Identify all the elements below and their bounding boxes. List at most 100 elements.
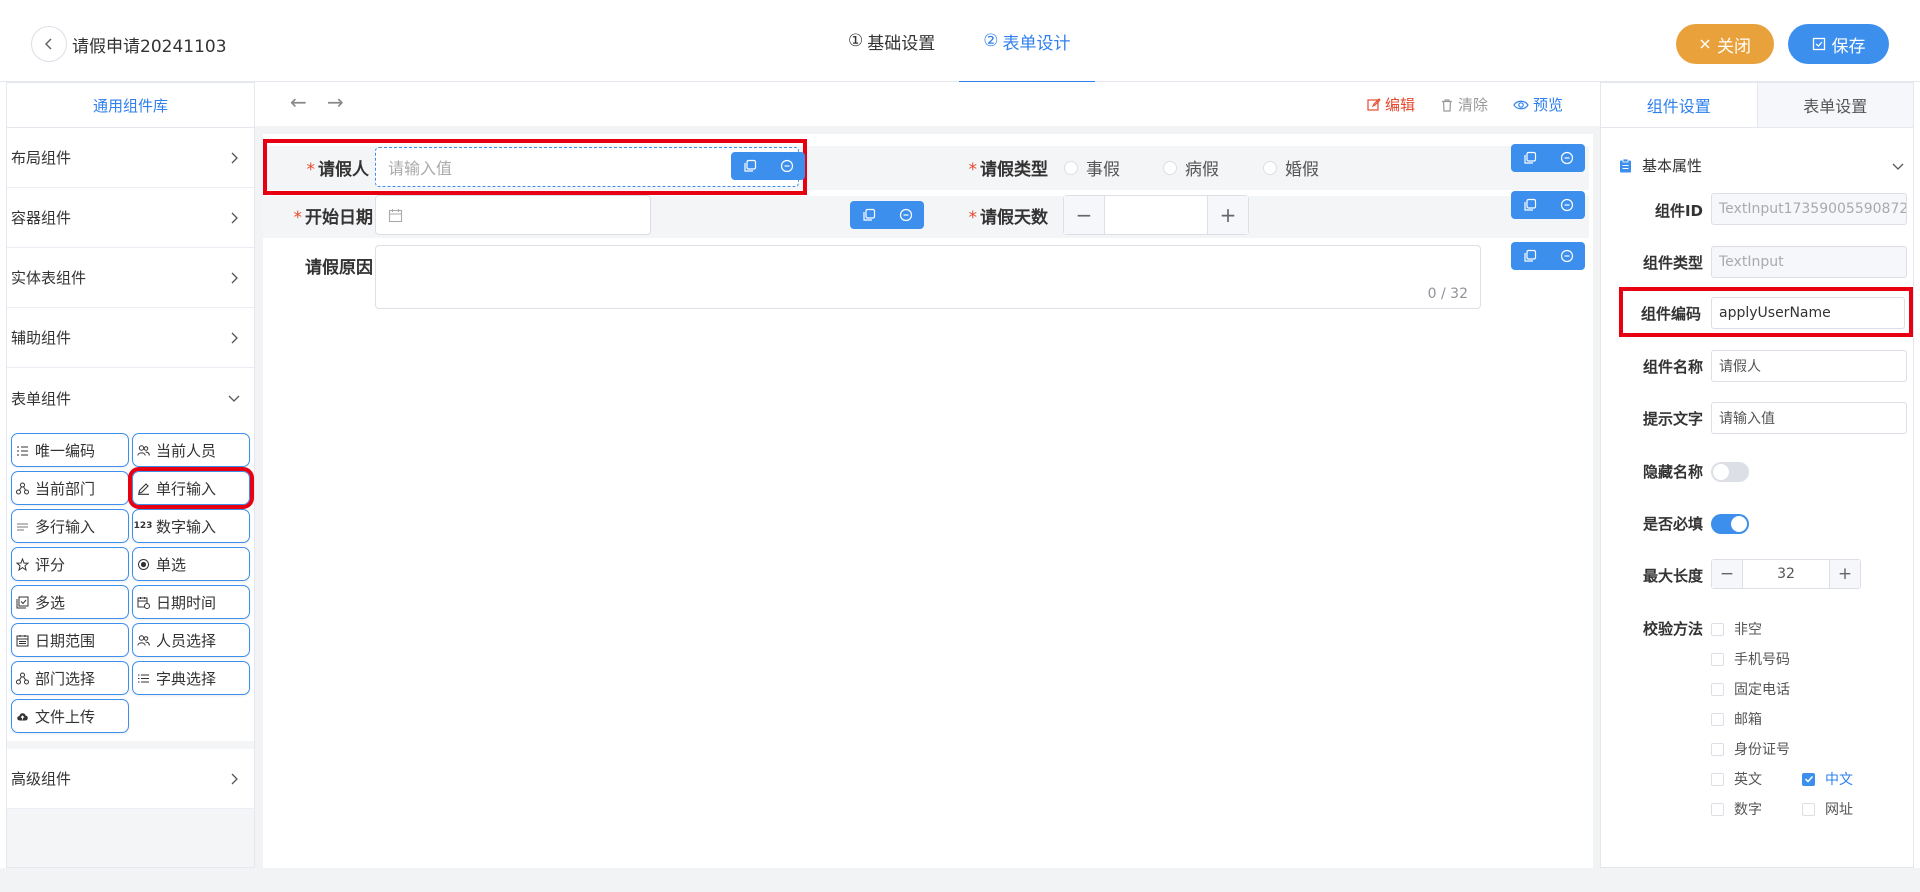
close-label: 关闭 (1717, 36, 1751, 57)
leave-days-label-text: 请假天数 (980, 208, 1048, 228)
close-button[interactable]: 关闭 (1676, 24, 1774, 64)
start-date-input[interactable] (375, 195, 651, 235)
checkbox-box (1711, 742, 1724, 756)
decrement-button[interactable]: − (1064, 196, 1104, 234)
leave-type-label-text: 请假类型 (980, 160, 1048, 180)
required-mark: * (306, 160, 316, 180)
component-datetime[interactable]: 日期时间 (132, 585, 250, 619)
users-icon (136, 443, 150, 457)
copy-icon[interactable] (743, 159, 757, 173)
number-icon: 123 (133, 521, 153, 531)
component-number-input[interactable]: 123 数字输入 (132, 509, 250, 543)
step-number: ① (848, 31, 864, 51)
leave-type-option[interactable]: 事假 (1064, 155, 1120, 180)
validation-option[interactable]: 数字 (1711, 799, 1762, 819)
component-unique-code[interactable]: 唯一编码 (11, 433, 129, 467)
component-single-line-input[interactable]: 单行输入 (128, 467, 254, 509)
clear-button[interactable]: 清除 (1440, 94, 1488, 115)
leave-days-label: * 请假天数 (953, 203, 1049, 228)
start-date-label-text: 开始日期 (305, 208, 373, 228)
radio-circle (1163, 160, 1177, 175)
remove-icon[interactable] (1560, 249, 1574, 263)
chevron-right-icon (231, 773, 238, 784)
validation-option[interactable]: 网址 (1802, 799, 1853, 819)
field-actions (1511, 144, 1585, 172)
max-length-stepper[interactable]: − 32 + (1711, 559, 1861, 589)
validation-option[interactable]: 中文 (1802, 769, 1853, 789)
copy-icon[interactable] (1523, 198, 1537, 212)
component-date-range[interactable]: 日期范围 (11, 623, 129, 657)
edit-button[interactable]: 编辑 (1367, 94, 1415, 115)
list-numbered-icon (15, 443, 29, 457)
tab-form-design[interactable]: ② 表单设计 (959, 0, 1095, 83)
component-dept-select[interactable]: 部门选择 (11, 661, 129, 695)
category-entity-table[interactable]: 实体表组件 (7, 248, 254, 308)
validation-option[interactable]: 手机号码 (1711, 649, 1790, 669)
component-code-group: 组件编码 applyUserName (1619, 287, 1913, 337)
required-mark: * (968, 160, 978, 180)
reason-textarea[interactable]: 0 / 32 (375, 245, 1481, 309)
basic-properties-header[interactable]: 基本属性 (1619, 155, 1904, 176)
copy-icon[interactable] (862, 208, 876, 222)
copy-icon[interactable] (1523, 249, 1537, 263)
tab-common-components[interactable]: 通用组件库 (7, 83, 254, 128)
leave-type-option[interactable]: 婚假 (1263, 155, 1319, 180)
component-file-upload[interactable]: 文件上传 (11, 699, 129, 733)
increment-button[interactable]: + (1830, 560, 1860, 588)
validation-option[interactable]: 邮箱 (1711, 709, 1762, 729)
leave-type-label: * 请假类型 (953, 155, 1049, 180)
component-multi-line-input[interactable]: 多行输入 (11, 509, 129, 543)
required-toggle[interactable] (1711, 514, 1749, 534)
hint-text-field[interactable]: 请输入值 (1711, 402, 1907, 434)
chevron-down-icon (228, 395, 240, 402)
leave-type-option[interactable]: 病假 (1163, 155, 1219, 180)
category-form[interactable]: 表单组件 (7, 368, 254, 428)
hide-name-label: 隐藏名称 (1642, 463, 1703, 481)
remove-icon[interactable] (899, 208, 913, 222)
chevron-right-icon (231, 332, 238, 343)
component-code-field[interactable]: applyUserName (1711, 297, 1905, 329)
redo-icon[interactable]: → (327, 90, 344, 114)
component-rating[interactable]: 评分 (11, 547, 129, 581)
validation-option[interactable]: 非空 (1711, 619, 1762, 639)
back-button[interactable] (31, 26, 67, 62)
field-actions (1511, 191, 1585, 219)
component-user-select[interactable]: 人员选择 (132, 623, 250, 657)
validation-option[interactable]: 英文 (1711, 769, 1762, 789)
component-label: 当前人员 (156, 441, 217, 460)
component-checkbox[interactable]: 多选 (11, 585, 129, 619)
component-label: 唯一编码 (35, 441, 96, 460)
remove-icon[interactable] (780, 159, 794, 173)
leave-days-stepper[interactable]: − + (1063, 195, 1249, 235)
preview-button[interactable]: 预览 (1513, 94, 1563, 115)
tab-basic-settings[interactable]: ① 基础设置 (824, 0, 959, 82)
category-layout[interactable]: 布局组件 (7, 128, 254, 188)
copy-icon[interactable] (1523, 151, 1537, 165)
tab-form-settings[interactable]: 表单设置 (1757, 83, 1913, 127)
remove-icon[interactable] (1560, 198, 1574, 212)
component-current-user[interactable]: 当前人员 (132, 433, 250, 467)
category-container[interactable]: 容器组件 (7, 188, 254, 248)
component-radio[interactable]: 单选 (132, 547, 250, 581)
validation-option[interactable]: 固定电话 (1711, 679, 1790, 699)
hide-name-toggle[interactable] (1711, 462, 1749, 482)
component-name-field[interactable]: 请假人 (1711, 350, 1907, 382)
increment-button[interactable]: + (1208, 196, 1248, 234)
component-current-dept[interactable]: 当前部门 (11, 471, 129, 505)
tab-component-settings[interactable]: 组件设置 (1601, 83, 1758, 127)
chevron-right-icon (231, 152, 238, 163)
decrement-button[interactable]: − (1712, 560, 1742, 588)
category-advanced[interactable]: 高级组件 (7, 749, 254, 809)
applicant-field[interactable]: * 请假人 请输入值 (263, 139, 807, 195)
component-dict-select[interactable]: 字典选择 (132, 661, 250, 695)
category-auxiliary[interactable]: 辅助组件 (7, 308, 254, 368)
undo-icon[interactable]: ← (290, 90, 307, 114)
component-label: 数字输入 (156, 517, 217, 536)
org-icon (15, 671, 29, 685)
category-label: 高级组件 (11, 770, 72, 788)
validation-option[interactable]: 身份证号 (1711, 739, 1790, 759)
stepper-value[interactable] (1104, 196, 1208, 234)
save-button[interactable]: 保存 (1788, 24, 1889, 64)
remove-icon[interactable] (1560, 151, 1574, 165)
max-length-value[interactable]: 32 (1742, 560, 1830, 588)
